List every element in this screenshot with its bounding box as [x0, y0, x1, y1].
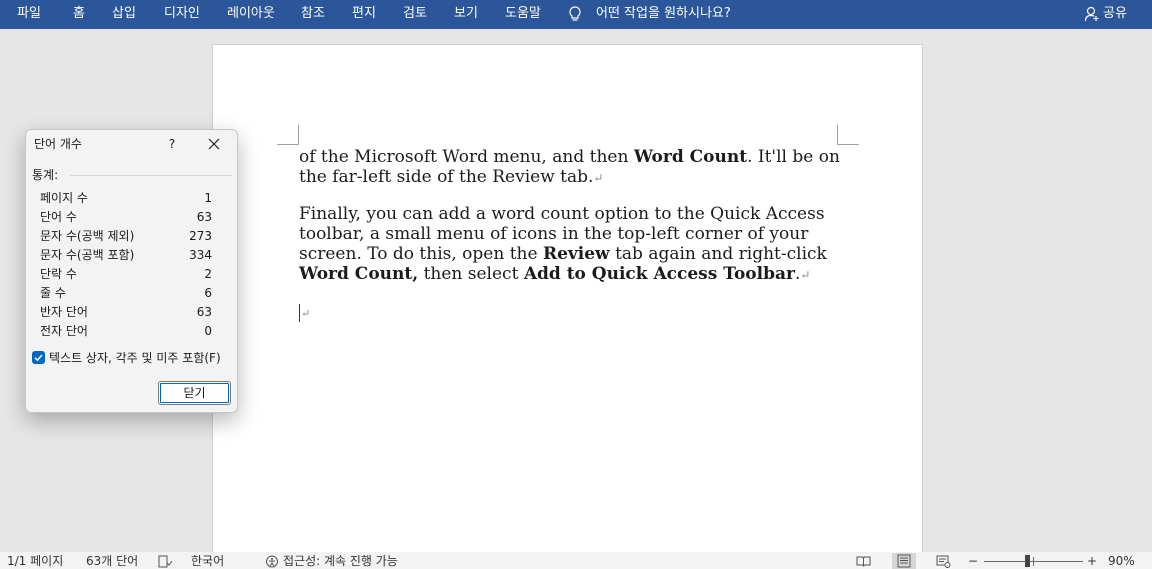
stat-label: 문자 수(공백 제외) — [40, 229, 135, 243]
crop-mark-top-left — [277, 125, 299, 145]
stat-value: 273 — [189, 229, 212, 243]
tell-me-label: 어떤 작업을 원하시나요? — [596, 6, 731, 21]
text-run: then select — [418, 264, 524, 284]
stat-row: 줄 수 6 — [40, 284, 212, 303]
tab-mailings[interactable]: 편지 — [352, 5, 376, 23]
stat-row: 문자 수(공백 포함) 334 — [40, 246, 212, 265]
stat-label: 페이지 수 — [40, 191, 88, 205]
zoom-in-button[interactable]: + — [1087, 554, 1097, 569]
stat-label: 반자 단어 — [40, 305, 88, 319]
statistics-label: 통계: — [32, 168, 59, 182]
tab-file[interactable]: 파일 — [17, 5, 41, 23]
stat-row: 반자 단어 63 — [40, 303, 212, 322]
include-textboxes-label[interactable]: 텍스트 상자, 각주 및 미주 포함(F) — [49, 350, 221, 366]
zoom-slider-thumb[interactable] — [1025, 555, 1030, 567]
tab-references[interactable]: 참조 — [301, 5, 325, 23]
stat-label: 문자 수(공백 포함) — [40, 248, 135, 262]
web-layout-icon[interactable] — [936, 555, 951, 568]
bold-text-run: Word Count, — [299, 264, 419, 284]
text-run: tab again and right-click — [609, 244, 827, 264]
close-button[interactable]: 닫기 — [158, 381, 231, 405]
bold-text-run: Add to Quick Access Toolbar — [523, 264, 795, 284]
help-button[interactable]: ? — [165, 135, 179, 153]
lightbulb-icon — [569, 6, 581, 21]
accessibility-status[interactable]: 접근성: 계속 진행 가능 — [283, 554, 398, 569]
accessibility-icon[interactable] — [265, 555, 280, 568]
ribbon-menubar: 파일 홈 삽입 디자인 레이아웃 참조 편지 검토 보기 도움말 어떤 작업을 … — [0, 0, 1152, 29]
text-run: of the Microsoft Word menu, and then — [299, 147, 634, 167]
tab-help[interactable]: 도움말 — [505, 5, 541, 23]
stat-label: 단어 수 — [40, 210, 77, 224]
paragraph-2[interactable]: Finally, you can add a word count option… — [299, 204, 844, 285]
stat-value: 63 — [196, 305, 212, 319]
crop-mark-top-right — [837, 125, 859, 145]
zoom-out-button[interactable]: − — [968, 554, 978, 569]
word-count[interactable]: 63개 단어 — [86, 554, 138, 569]
stat-label: 단락 수 — [40, 267, 77, 281]
zoom-level[interactable]: 90% — [1108, 554, 1135, 569]
close-icon[interactable] — [206, 136, 222, 152]
stat-label: 전자 단어 — [40, 324, 88, 338]
document-page[interactable]: of the Microsoft Word menu, and then Wor… — [212, 44, 923, 559]
stat-value: 1 — [204, 191, 212, 205]
stat-row: 전자 단어 0 — [40, 322, 212, 341]
stat-row: 문자 수(공백 제외) 273 — [40, 227, 212, 246]
stat-value: 63 — [196, 210, 212, 224]
tab-design[interactable]: 디자인 — [164, 5, 200, 23]
word-count-dialog: 단어 개수 ? 통계: 페이지 수 1 단어 수 63 문자 수(공백 제외) … — [25, 129, 238, 413]
read-mode-icon[interactable] — [856, 555, 871, 568]
zoom-slider-center-mark — [1033, 557, 1034, 566]
language[interactable]: 한국어 — [191, 554, 224, 569]
page-count[interactable]: 1/1 페이지 — [7, 554, 63, 569]
dialog-title: 단어 개수 — [34, 137, 82, 151]
stat-value: 0 — [204, 324, 212, 338]
paragraph-mark: ↵ — [593, 171, 604, 185]
tab-insert[interactable]: 삽입 — [112, 5, 136, 23]
stat-row: 페이지 수 1 — [40, 189, 212, 208]
paragraph-mark: ↵ — [301, 307, 311, 320]
person-icon — [1084, 6, 1099, 22]
status-bar: 1/1 페이지 63개 단어 한국어 접근성: 계속 진행 가능 − + 90% — [0, 552, 1152, 569]
paragraph-mark: ↵ — [800, 268, 811, 282]
statistics-divider — [70, 175, 232, 176]
stat-label: 줄 수 — [40, 286, 66, 300]
tab-home[interactable]: 홈 — [73, 5, 85, 23]
print-layout-icon[interactable] — [892, 553, 916, 569]
stat-value: 6 — [204, 286, 212, 300]
checkmark-icon — [34, 354, 43, 362]
stat-value: 334 — [189, 248, 212, 262]
tab-review[interactable]: 검토 — [403, 5, 427, 23]
tab-view[interactable]: 보기 — [454, 5, 478, 23]
bold-text-run: Word Count — [633, 147, 748, 167]
paragraph-1[interactable]: of the Microsoft Word menu, and then Wor… — [299, 147, 844, 188]
stat-row: 단락 수 2 — [40, 265, 212, 284]
tab-layout[interactable]: 레이아웃 — [227, 5, 275, 23]
bold-text-run: Review — [542, 244, 610, 264]
share-label: 공유 — [1103, 6, 1127, 21]
stat-row: 단어 수 63 — [40, 208, 212, 227]
text-cursor — [299, 304, 300, 322]
proofing-icon[interactable] — [158, 555, 173, 568]
stat-value: 2 — [204, 267, 212, 281]
include-textboxes-checkbox[interactable] — [32, 351, 45, 364]
